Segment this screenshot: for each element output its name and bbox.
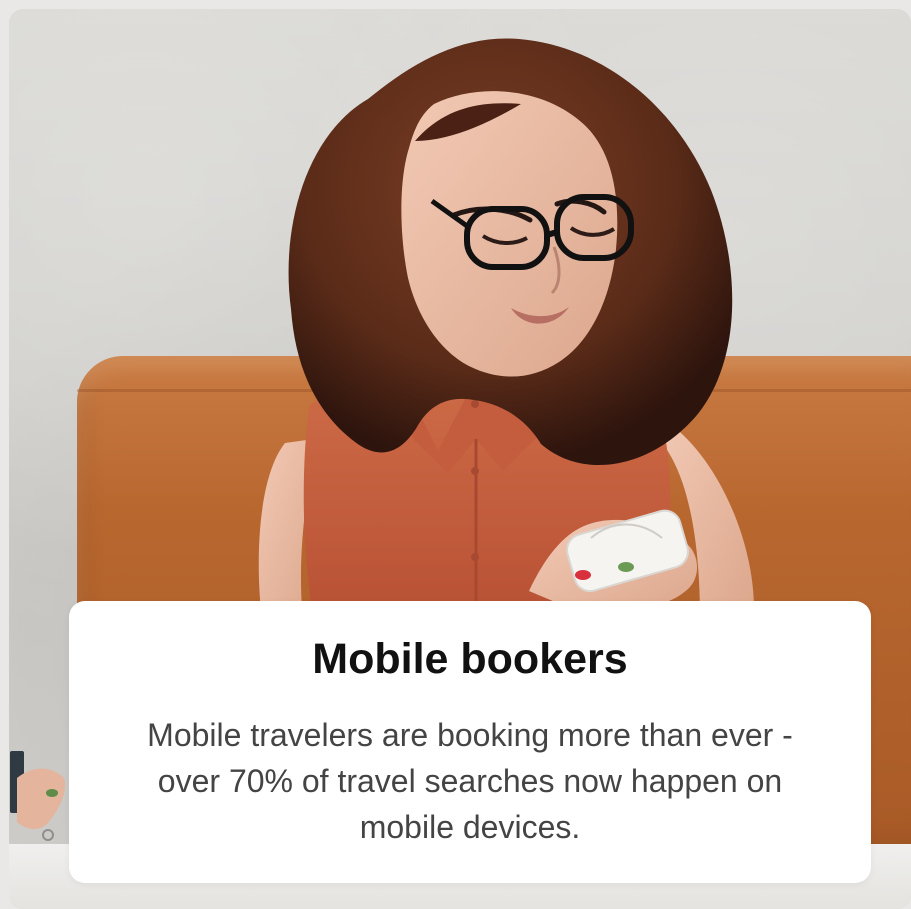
hand xyxy=(17,768,66,830)
woman-figure xyxy=(258,38,754,613)
shirt-button xyxy=(471,553,479,561)
green-fingernail xyxy=(618,562,634,572)
red-fingernail xyxy=(575,570,591,580)
ring xyxy=(42,829,54,841)
green-fingernail xyxy=(46,789,58,797)
shirt-button xyxy=(471,467,479,475)
glasses-bridge xyxy=(546,229,558,238)
shirt-button xyxy=(471,400,479,408)
mobile-bookers-card: Mobile bookers Mobile travelers are book… xyxy=(9,9,911,909)
card-description: Mobile travelers are booking more than e… xyxy=(147,717,793,845)
caption-card: Mobile bookers Mobile travelers are book… xyxy=(69,601,871,883)
card-title: Mobile bookers xyxy=(312,635,628,683)
